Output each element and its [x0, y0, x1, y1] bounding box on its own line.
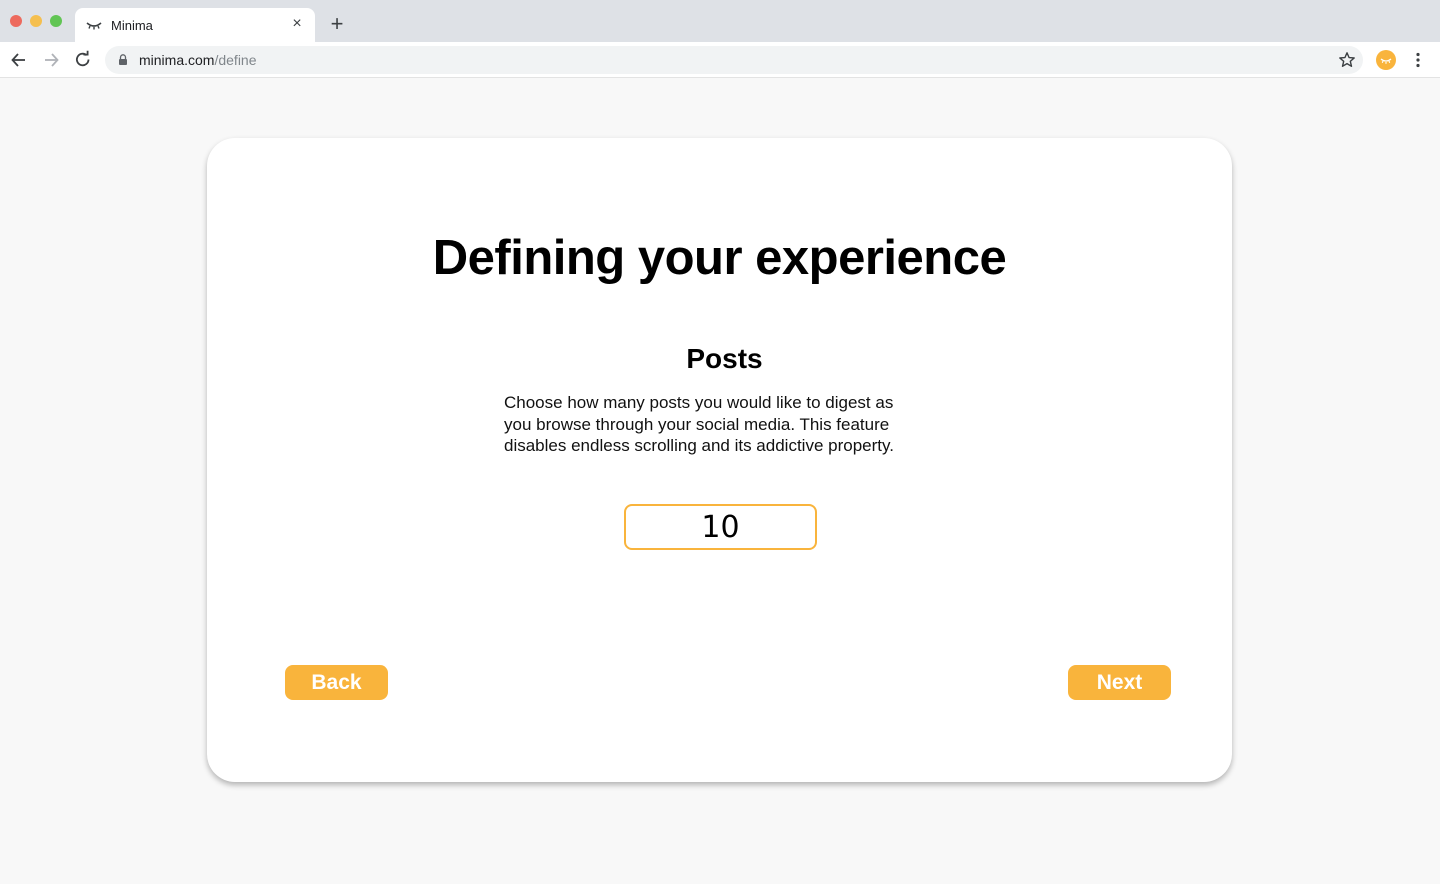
window-minimize-button[interactable] — [30, 15, 42, 27]
back-button[interactable]: Back — [285, 665, 388, 700]
description-line: you browse through your social media. Th… — [504, 414, 890, 434]
onboarding-card: Defining your experience Posts Choose ho… — [207, 138, 1232, 782]
lock-icon — [119, 54, 127, 65]
extension-avatar[interactable] — [1376, 50, 1396, 70]
tab-title: Minima — [111, 18, 153, 33]
forward-arrow-icon[interactable] — [41, 50, 61, 70]
new-tab-button[interactable]: + — [326, 13, 348, 35]
posts-description: Choose how many posts you would like to … — [504, 392, 919, 457]
browser-toolbar: minima.com/define — [0, 42, 1440, 78]
more-menu-icon[interactable] — [1408, 50, 1428, 70]
url-path: /define — [214, 52, 257, 68]
closed-eye-icon — [1380, 58, 1392, 64]
back-arrow-icon[interactable] — [9, 50, 29, 70]
close-icon[interactable]: × — [287, 14, 307, 34]
bookmark-star-icon[interactable] — [1338, 51, 1356, 69]
url-text: minima.com/define — [139, 52, 257, 68]
browser-tab-bar: Minima × + — [0, 0, 1440, 42]
section-title: Posts — [686, 343, 763, 374]
reload-icon[interactable] — [73, 50, 93, 70]
url-host: minima.com — [139, 52, 215, 68]
next-button[interactable]: Next — [1068, 665, 1171, 700]
window-close-button[interactable] — [10, 15, 22, 27]
posts-count-input[interactable] — [624, 504, 817, 550]
description-line: Choose how many posts you would like to … — [504, 393, 894, 412]
closed-eye-icon — [86, 22, 102, 30]
address-bar[interactable]: minima.com/define — [105, 46, 1363, 74]
window-maximize-button[interactable] — [50, 15, 62, 27]
page-title: Defining your experience — [432, 231, 1007, 285]
description-line: disables endless scrolling and its addic… — [504, 436, 894, 455]
browser-tab[interactable]: Minima × — [75, 8, 315, 42]
